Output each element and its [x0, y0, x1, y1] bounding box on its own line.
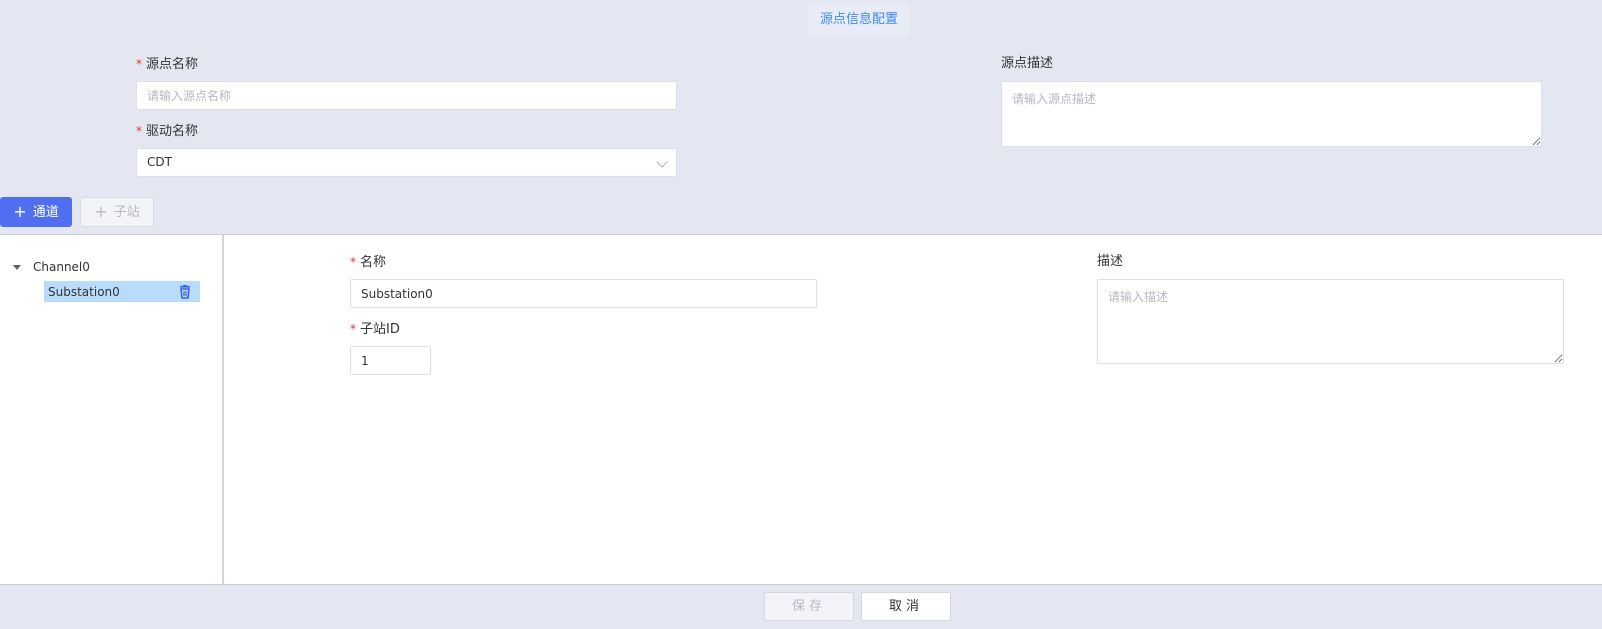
driver-name-label-text: 驱动名称: [146, 124, 199, 139]
driver-select-value: CDT: [147, 155, 172, 169]
source-desc-label: 源点描述: [1001, 56, 1053, 72]
substation-id-input[interactable]: [350, 346, 431, 375]
driver-name-label: * 驱动名称: [136, 123, 198, 140]
caret-down-icon[interactable]: [13, 265, 21, 270]
plus-icon: +: [94, 202, 108, 221]
plus-icon: +: [13, 202, 27, 221]
page-title: 源点信息配置: [808, 5, 911, 35]
source-name-input[interactable]: [136, 81, 677, 110]
chevron-down-icon: [656, 156, 668, 168]
substation-id-label-text: 子站ID: [360, 322, 400, 337]
add-substation-button[interactable]: + 子站: [80, 197, 154, 227]
add-substation-label: 子站: [113, 205, 140, 220]
driver-select[interactable]: CDT: [136, 148, 677, 177]
source-name-label: * 源点名称: [136, 56, 198, 73]
substation-name-label-text: 名称: [360, 255, 387, 270]
required-mark: *: [350, 322, 356, 336]
cancel-button[interactable]: 取消: [861, 592, 951, 621]
required-mark: *: [136, 57, 142, 71]
save-button[interactable]: 保存: [764, 592, 854, 621]
add-channel-button[interactable]: + 通道: [0, 197, 72, 227]
source-desc-textarea[interactable]: [1001, 81, 1542, 147]
substation-desc-textarea[interactable]: [1097, 279, 1564, 364]
add-channel-label: 通道: [32, 205, 59, 220]
source-desc-label-text: 源点描述: [1001, 56, 1054, 71]
tree-node-substation-label: Substation0: [48, 285, 120, 299]
substation-id-label: * 子站ID: [350, 321, 400, 338]
substation-name-label: * 名称: [350, 254, 386, 271]
substation-desc-label: 描述: [1097, 254, 1123, 270]
trash-icon[interactable]: [178, 285, 192, 299]
tree-node-channel[interactable]: Channel0: [33, 260, 90, 274]
required-mark: *: [350, 255, 356, 269]
required-mark: *: [136, 124, 142, 138]
substation-name-input[interactable]: [350, 279, 817, 308]
substation-desc-label-text: 描述: [1097, 254, 1124, 269]
source-name-label-text: 源点名称: [146, 57, 199, 72]
